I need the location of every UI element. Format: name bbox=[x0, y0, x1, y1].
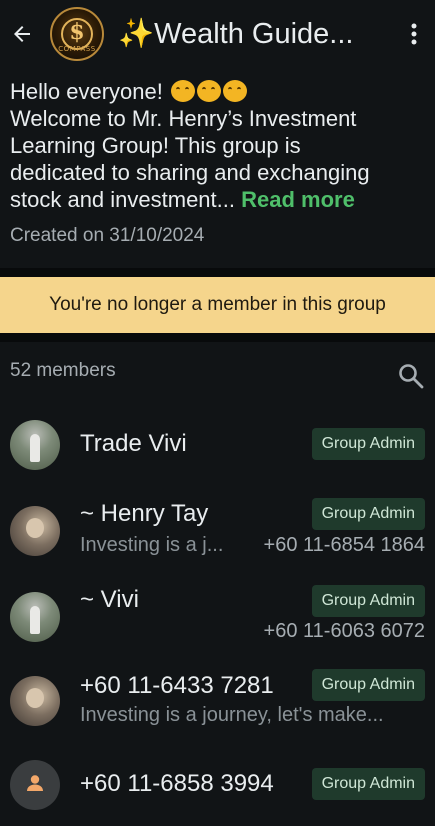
member-phone: +60 11-6854 1864 bbox=[263, 534, 425, 556]
description-line: stock and investment... bbox=[10, 187, 235, 212]
person-icon bbox=[24, 772, 46, 798]
group-admin-badge: Group Admin bbox=[311, 428, 425, 460]
description-line: Learning Group! This group is bbox=[10, 133, 301, 158]
member-about: Investing is a journey, let's make... bbox=[80, 704, 384, 726]
search-icon[interactable] bbox=[397, 362, 425, 390]
avatar[interactable] bbox=[10, 760, 60, 810]
read-more-link[interactable]: Read more bbox=[241, 187, 355, 212]
member-name: +60 11-6433 7281 bbox=[80, 672, 274, 699]
group-admin-badge: Group Admin bbox=[311, 669, 425, 701]
avatar[interactable] bbox=[10, 420, 60, 470]
not-member-banner: You're no longer a member in this group bbox=[0, 277, 435, 333]
banner-text: You're no longer a member in this group bbox=[49, 294, 386, 315]
divider bbox=[0, 268, 435, 277]
group-description: Hello everyone! Welcome to Mr. Henry’s I… bbox=[10, 78, 428, 213]
group-admin-badge: Group Admin bbox=[311, 585, 425, 617]
back-arrow-icon[interactable] bbox=[2, 14, 42, 54]
group-title[interactable]: ✨Wealth Guide... bbox=[118, 17, 380, 51]
member-row[interactable]: ~ Henry Tay Investing is a j... Group Ad… bbox=[0, 490, 435, 570]
member-phone: +60 11-6063 6072 bbox=[263, 620, 425, 642]
more-vertical-icon[interactable] bbox=[401, 20, 427, 48]
hugging-face-emoji-icon bbox=[171, 80, 195, 102]
avatar[interactable] bbox=[10, 676, 60, 726]
description-line: dedicated to sharing and exchanging bbox=[10, 160, 370, 185]
member-name: Trade Vivi bbox=[80, 430, 187, 457]
description-line: Welcome to Mr. Henry’s Investment bbox=[10, 106, 357, 131]
member-row[interactable]: +60 11-6433 7281 Group Admin Investing i… bbox=[0, 662, 435, 742]
description-greeting: Hello everyone! bbox=[10, 79, 163, 104]
member-name: ~ Vivi bbox=[80, 586, 139, 613]
avatar[interactable] bbox=[10, 506, 60, 556]
member-count: 52 members bbox=[10, 360, 116, 381]
group-admin-badge: Group Admin bbox=[311, 498, 425, 530]
app-header: $ COMPASS ✨Wealth Guide... bbox=[0, 0, 435, 68]
member-about: Investing is a j... bbox=[80, 534, 224, 556]
member-row[interactable]: Trade Vivi Group Admin bbox=[0, 404, 435, 484]
divider bbox=[0, 333, 435, 342]
member-row[interactable]: +60 11-6858 3994 Group Admin bbox=[0, 746, 435, 826]
avatar[interactable] bbox=[10, 592, 60, 642]
created-date: Created on 31/10/2024 bbox=[10, 225, 205, 246]
hugging-face-emoji-icon bbox=[197, 80, 221, 102]
hugging-face-emoji-icon bbox=[223, 80, 247, 102]
group-admin-badge: Group Admin bbox=[311, 768, 425, 800]
member-name: ~ Henry Tay bbox=[80, 500, 209, 527]
group-avatar-logo[interactable]: $ COMPASS bbox=[50, 7, 104, 61]
member-row[interactable]: ~ Vivi Group Admin +60 11-6063 6072 bbox=[0, 576, 435, 656]
member-name: +60 11-6858 3994 bbox=[80, 770, 274, 797]
